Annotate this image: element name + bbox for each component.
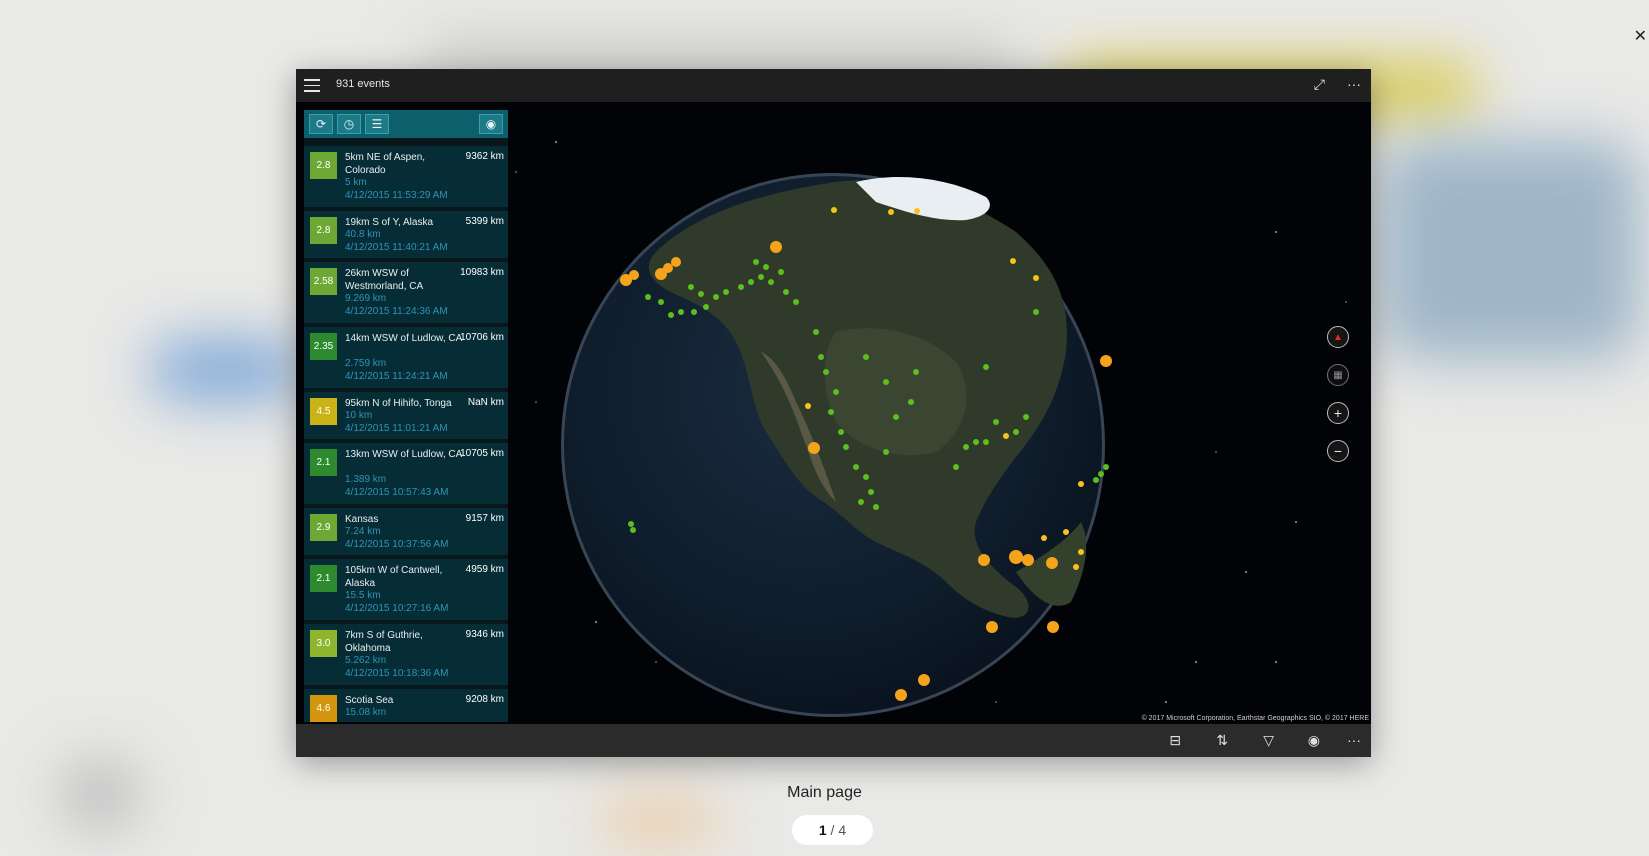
event-time: 4/12/2015 11:24:21 AM bbox=[345, 371, 448, 382]
event-distance: 10705 km bbox=[460, 448, 504, 459]
event-list-item[interactable]: 2.8 19km S of Y, Alaska 5399 km 40.8 km 4/12… bbox=[304, 211, 508, 258]
map-attribution: © 2017 Microsoft Corporation, Earthstar … bbox=[1141, 715, 1369, 722]
event-distance: 4959 km bbox=[465, 564, 504, 575]
event-distance: 9208 km bbox=[465, 694, 504, 705]
event-list-item[interactable]: 2.1 105km W of Cantwell, Alaska 4959 km 15.… bbox=[304, 559, 508, 620]
page-indicator: 1 / 4 bbox=[792, 815, 873, 845]
history-icon[interactable]: ◷ bbox=[337, 114, 361, 134]
location-icon[interactable]: ◉ bbox=[1308, 732, 1320, 749]
current-page: 1 bbox=[818, 822, 827, 838]
magnitude-badge: 2.1 bbox=[310, 449, 337, 476]
magnitude-badge: 2.58 bbox=[310, 268, 337, 295]
title-bar: 931 events ⤢ ··· bbox=[296, 69, 1371, 102]
event-distance: 9362 km bbox=[465, 151, 504, 162]
event-list: 2.8 5km NE of Aspen, Colorado 9362 km 5 km 4… bbox=[304, 146, 508, 722]
magnitude-badge: 4.6 bbox=[310, 695, 337, 722]
bottom-app-bar: ⊟ ⇅ ▽ ◉ ··· bbox=[296, 724, 1371, 757]
fullscreen-expand-icon[interactable]: ⤢ bbox=[1314, 76, 1325, 93]
event-place: 95km N of Hihifo, Tonga bbox=[345, 398, 452, 409]
event-list-item[interactable]: 4.5 95km N of Hihifo, Tonga NaN km 10 km 4/1… bbox=[304, 392, 508, 439]
event-place: 105km W of Cantwell, Alaska bbox=[345, 565, 443, 589]
total-pages: / 4 bbox=[830, 822, 847, 838]
ellipsis-icon[interactable]: ··· bbox=[1347, 76, 1361, 92]
refresh-icon[interactable]: ⟳ bbox=[309, 114, 333, 134]
event-place: Kansas bbox=[345, 514, 379, 525]
event-distance: 5399 km bbox=[465, 216, 504, 227]
event-list-item[interactable]: 2.9 Kansas 9157 km 7.24 km 4/12/2015 10:37:5… bbox=[304, 508, 508, 555]
event-depth: 7.24 km bbox=[345, 526, 381, 537]
magnitude-badge: 2.8 bbox=[310, 152, 337, 179]
event-place: 13km WSW of Ludlow, CA bbox=[345, 449, 463, 460]
hamburger-menu-icon[interactable] bbox=[304, 79, 320, 92]
event-place: Scotia Sea bbox=[345, 695, 394, 706]
event-list-item[interactable]: 2.58 26km WSW of Westmorland, CA 10983 km 9… bbox=[304, 262, 508, 323]
filter-icon[interactable]: ▽ bbox=[1263, 732, 1274, 749]
tilt-icon[interactable]: ▦ bbox=[1327, 364, 1349, 386]
event-time: 4/12/2015 10:18:36 AM bbox=[345, 668, 449, 679]
event-list-panel: ⟳ ◷ ☰ ◉ 2.8 5km NE of Aspen, Colorado 9362… bbox=[304, 110, 508, 722]
event-place: 5km NE of Aspen, Colorado bbox=[345, 152, 426, 176]
magnitude-badge: 2.9 bbox=[310, 514, 337, 541]
magnitude-badge: 4.5 bbox=[310, 398, 337, 425]
map-style-icon[interactable]: ⊟ bbox=[1169, 732, 1181, 749]
event-place: 14km WSW of Ludlow, CA bbox=[345, 333, 463, 344]
event-list-item[interactable]: 3.0 7km S of Guthrie, Oklahoma 9346 km 5.26… bbox=[304, 624, 508, 685]
event-depth: 15.08 km bbox=[345, 707, 387, 718]
event-depth: 2.759 km bbox=[345, 358, 387, 369]
event-depth: 5.262 km bbox=[345, 655, 387, 666]
event-list-item[interactable]: 2.1 13km WSW of Ludlow, CA 10705 km 1.389 k… bbox=[304, 443, 508, 504]
list-view-icon[interactable]: ☰ bbox=[365, 114, 389, 134]
live-feed-icon[interactable]: ◉ bbox=[479, 114, 503, 134]
ellipsis-icon[interactable]: ··· bbox=[1347, 732, 1361, 748]
event-depth: 9.269 km bbox=[345, 293, 387, 304]
event-time: 4/12/2015 11:24:36 AM bbox=[345, 306, 448, 317]
app-window: 931 events ⤢ ··· ⟳ ◷ ☰ ◉ 2.8 5km NE of A… bbox=[296, 69, 1371, 757]
event-time: 4/12/2015 10:27:16 AM bbox=[345, 603, 449, 614]
event-list-item[interactable]: 4.6 Scotia Sea 9208 km 15.08 km bbox=[304, 689, 508, 722]
event-time: 4/12/2015 11:40:21 AM bbox=[345, 242, 448, 253]
event-distance: NaN km bbox=[467, 397, 504, 408]
event-list-item[interactable]: 2.35 14km WSW of Ludlow, CA 10706 km 2.759 … bbox=[304, 327, 508, 388]
event-time: 4/12/2015 11:53:29 AM bbox=[345, 190, 448, 201]
event-place: 19km S of Y, Alaska bbox=[345, 217, 434, 228]
event-depth: 5 km bbox=[345, 177, 367, 188]
magnitude-badge: 2.35 bbox=[310, 333, 337, 360]
event-distance: 10706 km bbox=[460, 332, 504, 343]
screenshot-caption: Main page bbox=[787, 784, 862, 801]
event-place: 7km S of Guthrie, Oklahoma bbox=[345, 630, 423, 654]
compass-icon[interactable]: ▲ bbox=[1327, 326, 1349, 348]
event-distance: 9157 km bbox=[465, 513, 504, 524]
event-depth: 40.8 km bbox=[345, 229, 381, 240]
map-view[interactable]: ⟳ ◷ ☰ ◉ 2.8 5km NE of Aspen, Colorado 9362… bbox=[296, 102, 1371, 724]
event-depth: 10 km bbox=[345, 410, 373, 421]
magnitude-badge: 3.0 bbox=[310, 630, 337, 657]
zoom-in-icon[interactable]: + bbox=[1327, 402, 1349, 424]
app-title: 931 events bbox=[336, 78, 390, 90]
magnitude-badge: 2.8 bbox=[310, 217, 337, 244]
sort-icon[interactable]: ⇅ bbox=[1216, 732, 1228, 749]
event-place: 26km WSW of Westmorland, CA bbox=[345, 268, 424, 292]
event-time: 4/12/2015 11:01:21 AM bbox=[345, 423, 448, 434]
event-depth: 1.389 km bbox=[345, 474, 387, 485]
event-time: 4/12/2015 10:37:56 AM bbox=[345, 539, 449, 550]
event-depth: 15.5 km bbox=[345, 590, 381, 601]
event-distance: 9346 km bbox=[465, 629, 504, 640]
event-list-item[interactable]: 2.8 5km NE of Aspen, Colorado 9362 km 5 km 4… bbox=[304, 146, 508, 207]
close-icon[interactable]: ✕ bbox=[1634, 26, 1647, 46]
zoom-out-icon[interactable]: − bbox=[1327, 440, 1349, 462]
event-time: 4/12/2015 10:57:43 AM bbox=[345, 487, 449, 498]
panel-toolbar: ⟳ ◷ ☰ ◉ bbox=[304, 110, 508, 138]
event-distance: 10983 km bbox=[460, 267, 504, 278]
magnitude-badge: 2.1 bbox=[310, 565, 337, 592]
